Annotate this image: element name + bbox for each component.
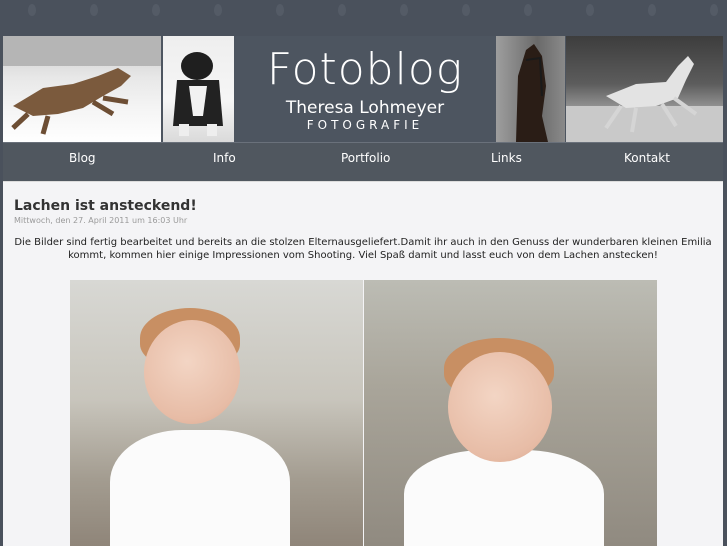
header-photo-horse-running <box>566 36 723 142</box>
nav-info[interactable]: Info <box>213 151 236 165</box>
site-title: Fotoblog <box>266 44 464 95</box>
post-text: Die Bilder sind fertig bearbeitet und be… <box>14 237 712 261</box>
post-title[interactable]: Lachen ist ansteckend! <box>14 198 197 214</box>
baby-face <box>448 352 552 462</box>
header-photo-puppy <box>163 36 234 142</box>
post-date: Mittwoch, den 27. April 2011 um 16:03 Uh… <box>14 216 188 225</box>
brand-logo: Fotoblog Theresa Lohmeyer FOTOGRAFIE <box>234 36 496 142</box>
site-header: Fotoblog Theresa Lohmeyer FOTOGRAFIE <box>3 36 723 142</box>
nav-portfolio[interactable]: Portfolio <box>341 151 390 165</box>
nav-links[interactable]: Links <box>491 151 522 165</box>
header-photo-dog-jumping <box>3 36 161 142</box>
photo-gallery <box>70 280 657 546</box>
nav-kontakt[interactable]: Kontakt <box>624 151 670 165</box>
baby-face <box>144 320 240 424</box>
photographer-name: Theresa Lohmeyer <box>285 98 445 118</box>
gallery-photo-baby-1[interactable] <box>70 280 363 546</box>
background-pattern <box>0 0 727 36</box>
nav-blog[interactable]: Blog <box>69 151 96 165</box>
gallery-photo-baby-2[interactable] <box>364 280 657 546</box>
main-navigation: Blog Info Portfolio Links Kontakt <box>3 142 723 182</box>
baby-dress <box>404 450 604 546</box>
header-photo-horse-portrait <box>496 36 565 142</box>
baby-dress <box>110 430 290 546</box>
main-content: Lachen ist ansteckend! Mittwoch, den 27.… <box>3 181 723 546</box>
site-subtitle: FOTOGRAFIE <box>306 118 424 132</box>
